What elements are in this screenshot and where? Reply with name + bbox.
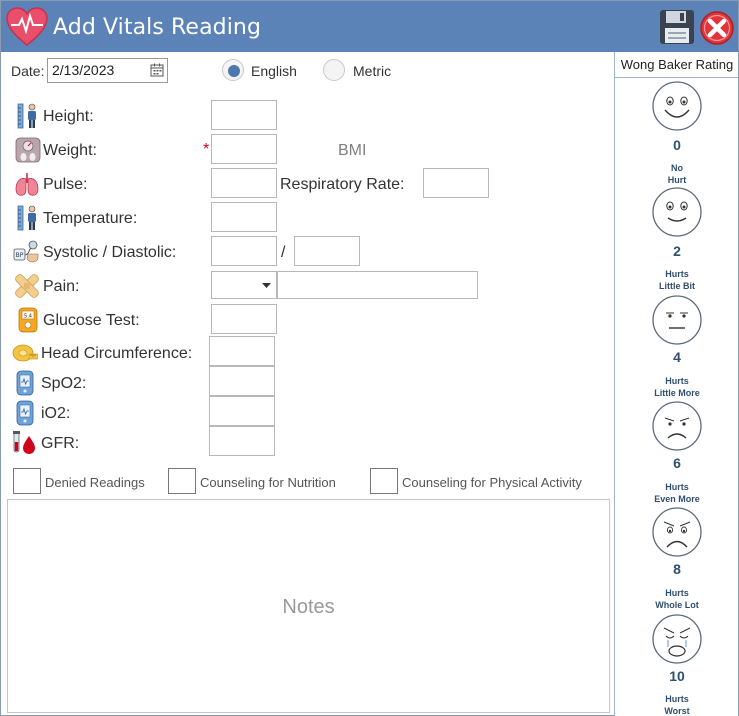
head-circumference-label: Head Circumference: <box>41 345 193 362</box>
face-caption: Whole Lot <box>655 600 699 610</box>
pulse-label: Pulse: <box>43 176 88 193</box>
face-caption: Hurt <box>667 175 687 185</box>
window-title: Add Vitals Reading <box>53 15 262 40</box>
head-circumference-input[interactable] <box>209 336 275 366</box>
date-value: 2/13/2023 <box>52 62 115 78</box>
spo2-input[interactable] <box>209 366 275 396</box>
respiratory-rate-input[interactable] <box>423 168 489 198</box>
activity-counseling-checkbox[interactable] <box>370 468 398 494</box>
calendar-icon[interactable] <box>150 63 164 77</box>
pain-dropdown[interactable] <box>211 271 277 299</box>
lungs-icon <box>15 173 39 196</box>
scale-icon <box>15 137 41 163</box>
weight-input[interactable] <box>211 134 277 164</box>
date-label: Date: <box>11 63 45 79</box>
denied-readings-label: Denied Readings <box>45 475 145 490</box>
face-caption: Hurts <box>665 376 689 386</box>
face-hurts-little-more-icon[interactable] <box>651 294 703 346</box>
person-ruler-icon <box>17 103 36 129</box>
gfr-input[interactable] <box>209 426 275 456</box>
oximeter-icon <box>16 400 34 426</box>
diastolic-input[interactable] <box>294 236 360 266</box>
svg-text:5.4: 5.4 <box>24 314 32 320</box>
face-score: 0 <box>673 137 681 153</box>
gfr-label: GFR: <box>41 435 80 452</box>
face-hurts-even-more-icon[interactable] <box>651 400 703 452</box>
bmi-label: BMI <box>338 142 367 159</box>
wong-baker-title: Wong Baker Rating <box>615 52 739 78</box>
face-caption: Worst <box>664 706 690 716</box>
face-caption: Hurts <box>665 694 689 704</box>
english-radio[interactable] <box>222 59 244 81</box>
respiratory-rate-label: Respiratory Rate: <box>280 176 405 193</box>
face-caption: Hurts <box>665 482 689 492</box>
close-icon[interactable] <box>699 10 735 46</box>
temperature-label: Temperature: <box>43 210 138 227</box>
systolic-diastolic-label: Systolic / Diastolic: <box>43 244 177 261</box>
face-score: 10 <box>669 668 685 684</box>
face-hurts-whole-lot-icon[interactable] <box>651 506 703 558</box>
activity-counseling-label: Counseling for Physical Activity <box>402 475 582 490</box>
metric-radio[interactable] <box>323 59 345 81</box>
height-label: Height: <box>43 108 94 125</box>
io2-label: iO2: <box>41 405 71 422</box>
weight-label: Weight: <box>43 142 97 159</box>
face-caption: No <box>671 163 683 173</box>
blood-drop-icon <box>13 431 35 454</box>
glucose-meter-icon: 5.4 <box>18 307 38 333</box>
heart-icon <box>6 7 48 46</box>
pain-description-input[interactable] <box>277 271 478 299</box>
notes-textarea[interactable]: Notes <box>7 499 610 713</box>
nutrition-counseling-checkbox[interactable] <box>168 468 196 494</box>
date-picker[interactable]: 2/13/2023 <box>47 58 168 83</box>
face-score: 8 <box>673 561 681 577</box>
face-hurts-worst-icon[interactable] <box>651 613 703 665</box>
floppy-disk-icon[interactable] <box>659 9 695 45</box>
bandage-icon <box>15 274 39 298</box>
metric-label: Metric <box>353 63 392 79</box>
person-thermometer-icon <box>17 205 36 231</box>
face-caption: Hurts <box>665 588 689 598</box>
face-hurts-little-bit-icon[interactable] <box>651 186 703 238</box>
face-score: 6 <box>673 455 681 471</box>
systolic-input[interactable] <box>211 236 277 266</box>
glucose-input[interactable] <box>211 304 277 334</box>
nutrition-counseling-label: Counseling for Nutrition <box>200 475 336 490</box>
denied-readings-checkbox[interactable] <box>13 468 41 494</box>
face-caption: Even More <box>654 494 700 504</box>
face-no-hurt-icon[interactable] <box>651 80 703 132</box>
spo2-label: SpO2: <box>41 375 87 392</box>
height-input[interactable] <box>211 100 277 130</box>
glucose-label: Glucose Test: <box>43 312 140 329</box>
bp-separator: / <box>281 244 286 261</box>
temperature-input[interactable] <box>211 202 277 232</box>
pulse-input[interactable] <box>211 168 277 198</box>
face-score: 2 <box>673 243 681 259</box>
face-caption: Little Bit <box>659 281 695 291</box>
blood-pressure-icon: BP <box>13 240 39 263</box>
title-bar: Add Vitals Reading <box>1 1 738 52</box>
wong-baker-panel: Wong Baker Rating 0 No Hurt 2 Hurts Litt… <box>614 52 739 716</box>
required-indicator: * <box>203 141 210 158</box>
pain-label: Pain: <box>43 278 80 295</box>
tape-measure-icon <box>12 344 38 362</box>
oximeter-icon <box>16 370 34 396</box>
vitals-window: Add Vitals Reading Date: 2/13/2023 Engli… <box>0 0 739 716</box>
face-caption: Hurts <box>665 269 689 279</box>
svg-text:BP: BP <box>16 252 24 259</box>
english-label: English <box>251 63 297 79</box>
face-score: 4 <box>673 349 681 365</box>
chevron-down-icon <box>262 283 271 288</box>
face-caption: Little More <box>654 388 700 398</box>
io2-input[interactable] <box>209 396 275 426</box>
notes-placeholder: Notes <box>282 596 335 618</box>
